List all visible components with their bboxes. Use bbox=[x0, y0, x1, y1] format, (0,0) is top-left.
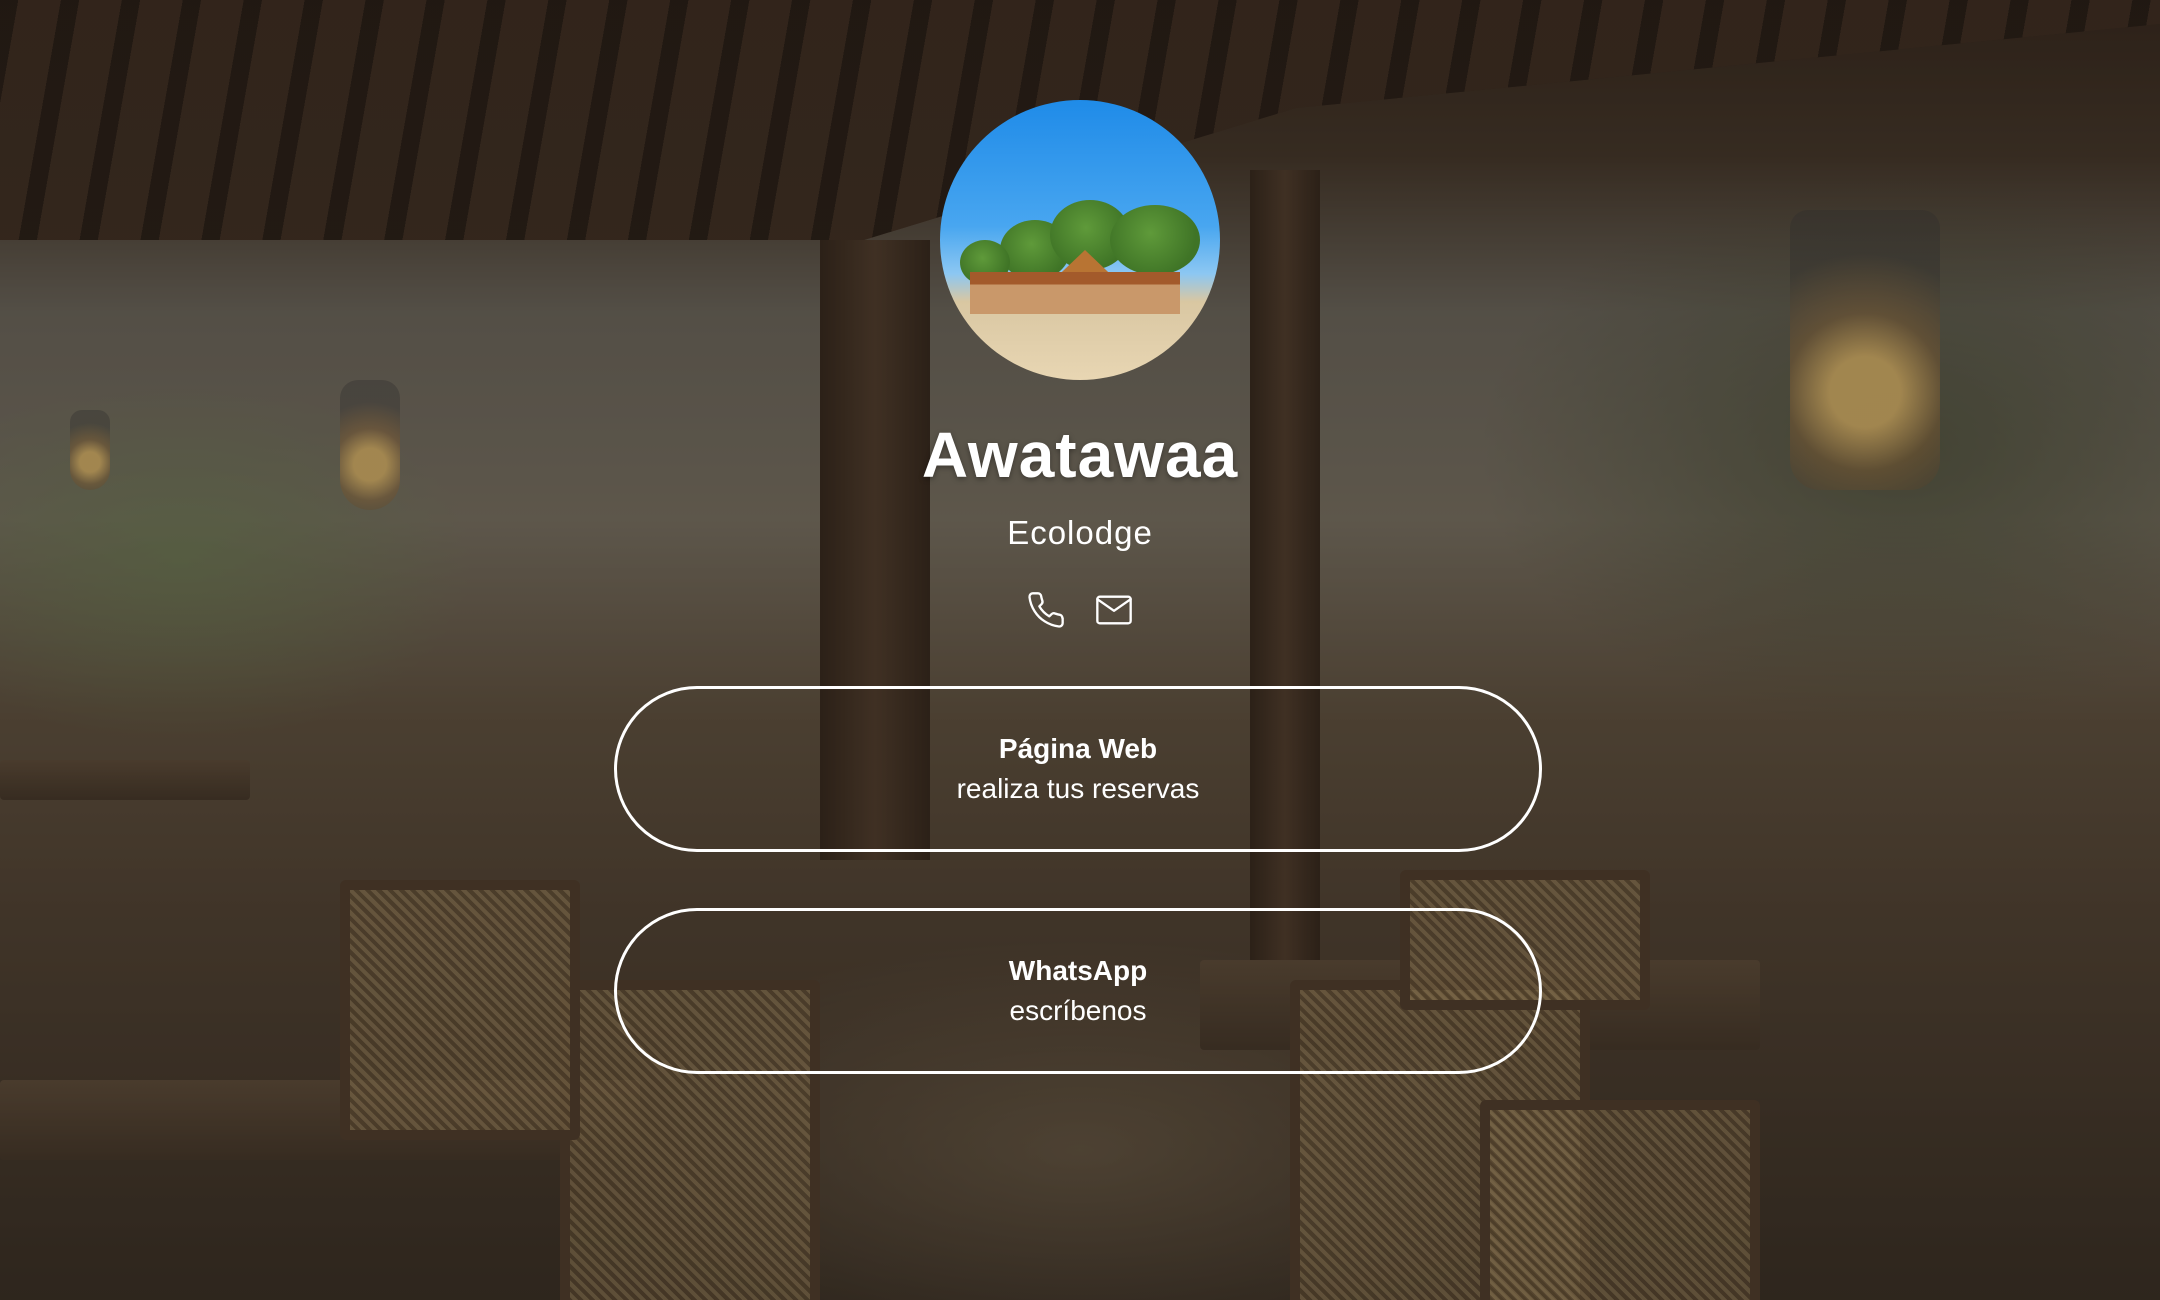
phone-icon[interactable] bbox=[1022, 586, 1070, 634]
page-title: Awatawaa bbox=[921, 419, 1239, 491]
avatar-tree bbox=[1110, 205, 1200, 275]
whatsapp-link-sublabel: escríbenos bbox=[1009, 995, 1147, 1026]
avatar bbox=[940, 100, 1220, 380]
page-subtitle: Ecolodge bbox=[1007, 514, 1153, 551]
whatsapp-link-button[interactable]: WhatsApp escríbenos bbox=[614, 908, 1542, 1074]
mail-icon[interactable] bbox=[1090, 586, 1138, 634]
website-link-button[interactable]: Página Web realiza tus reservas bbox=[614, 686, 1542, 852]
contact-icons bbox=[1022, 586, 1142, 636]
whatsapp-link-label: WhatsApp bbox=[1008, 955, 1148, 986]
profile-card: Awatawaa Ecolodge Página Web realiza tus… bbox=[0, 0, 2160, 1300]
website-link-sublabel: realiza tus reservas bbox=[956, 773, 1200, 804]
page-root: Awatawaa Ecolodge Página Web realiza tus… bbox=[0, 0, 2160, 1300]
website-link-label: Página Web bbox=[998, 733, 1158, 764]
avatar-house bbox=[970, 272, 1180, 314]
